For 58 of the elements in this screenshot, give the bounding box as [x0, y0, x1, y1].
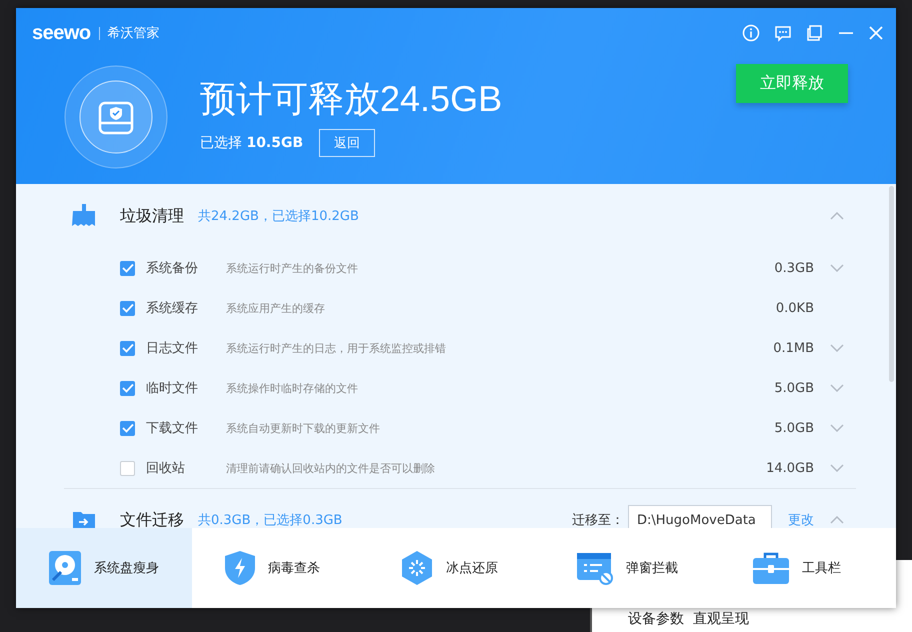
item-name: 临时文件 [146, 380, 199, 397]
broom-icon [72, 204, 96, 228]
toolbox-icon [752, 551, 790, 585]
scrollbar-thumb[interactable] [889, 186, 894, 382]
item-name: 日志文件 [146, 340, 199, 357]
item-description: 系统操作时临时存储的文件 [226, 380, 358, 396]
checkbox[interactable] [120, 380, 135, 396]
item-description: 系统自动更新时下载的更新文件 [226, 420, 380, 436]
checkbox[interactable] [120, 420, 135, 436]
checkbox[interactable] [120, 460, 135, 476]
expand-chevron-icon[interactable] [830, 264, 844, 272]
nav-tab[interactable]: 冰点还原 [368, 528, 544, 608]
section-summary: 共24.2GB，已选择10.2GB [198, 208, 359, 225]
shield-icon [224, 550, 256, 586]
nav-tab[interactable]: 病毒查杀 [192, 528, 368, 608]
expand-chevron-icon[interactable] [830, 344, 844, 352]
section-title: 垃圾清理 [120, 206, 184, 226]
window-title: 希沃管家 [108, 25, 160, 42]
item-size: 0.1MB [773, 340, 814, 356]
item-size: 14.0GB [766, 460, 814, 476]
item-size: 0.0KB [776, 300, 814, 316]
item-name: 下载文件 [146, 420, 199, 437]
section-title: 文件迁移 [120, 510, 184, 528]
item-name: 回收站 [146, 460, 186, 477]
item-size: 0.3GB [774, 260, 814, 276]
logo: seewo [32, 22, 91, 44]
item-name: 系统缓存 [146, 300, 199, 317]
item-description: 系统运行时产生的日志，用于系统监控或排错 [226, 340, 446, 356]
close-icon[interactable] [868, 24, 884, 42]
path-field[interactable]: D:\HugoMoveData [628, 504, 772, 528]
item-size: 5.0GB [774, 420, 814, 436]
item-description: 清理前请确认回收站内的文件是否可以删除 [226, 460, 435, 476]
headline: 预计可释放24.5GB [200, 77, 502, 121]
disk-shield-icon [64, 65, 168, 169]
expand-chevron-icon[interactable] [830, 464, 844, 472]
expand-chevron-icon[interactable] [830, 384, 844, 392]
checkbox[interactable] [120, 300, 135, 316]
item-size: 5.0GB [774, 380, 814, 396]
nav-tab[interactable]: 系统盘瘦身 [16, 528, 192, 608]
background-text: 设备参数 直观呈现 [628, 610, 749, 628]
item-description: 系统应用产生的缓存 [226, 300, 325, 316]
checkbox[interactable] [120, 260, 135, 276]
target-label: 迁移至： [572, 512, 624, 528]
nav-tab[interactable]: 弹窗拦截 [544, 528, 720, 608]
item-description: 系统运行时产生的备份文件 [226, 260, 358, 276]
item-name: 系统备份 [146, 260, 199, 277]
expand-chevron-icon[interactable] [830, 424, 844, 432]
selected-size-text: 已选择 10.5GB [200, 134, 304, 152]
collapse-chevron-icon[interactable] [830, 516, 844, 524]
checkbox[interactable] [120, 340, 135, 356]
chat-icon[interactable] [774, 24, 792, 42]
snowflake-hexagon-icon [400, 550, 434, 586]
section-summary: 共0.3GB，已选择0.3GB [198, 512, 342, 528]
folder-arrow-icon [72, 509, 96, 528]
nav-tab[interactable]: 工具栏 [720, 528, 896, 608]
collapse-chevron-icon[interactable] [830, 212, 844, 220]
info-icon[interactable] [742, 24, 760, 42]
popup-block-icon [576, 551, 614, 585]
